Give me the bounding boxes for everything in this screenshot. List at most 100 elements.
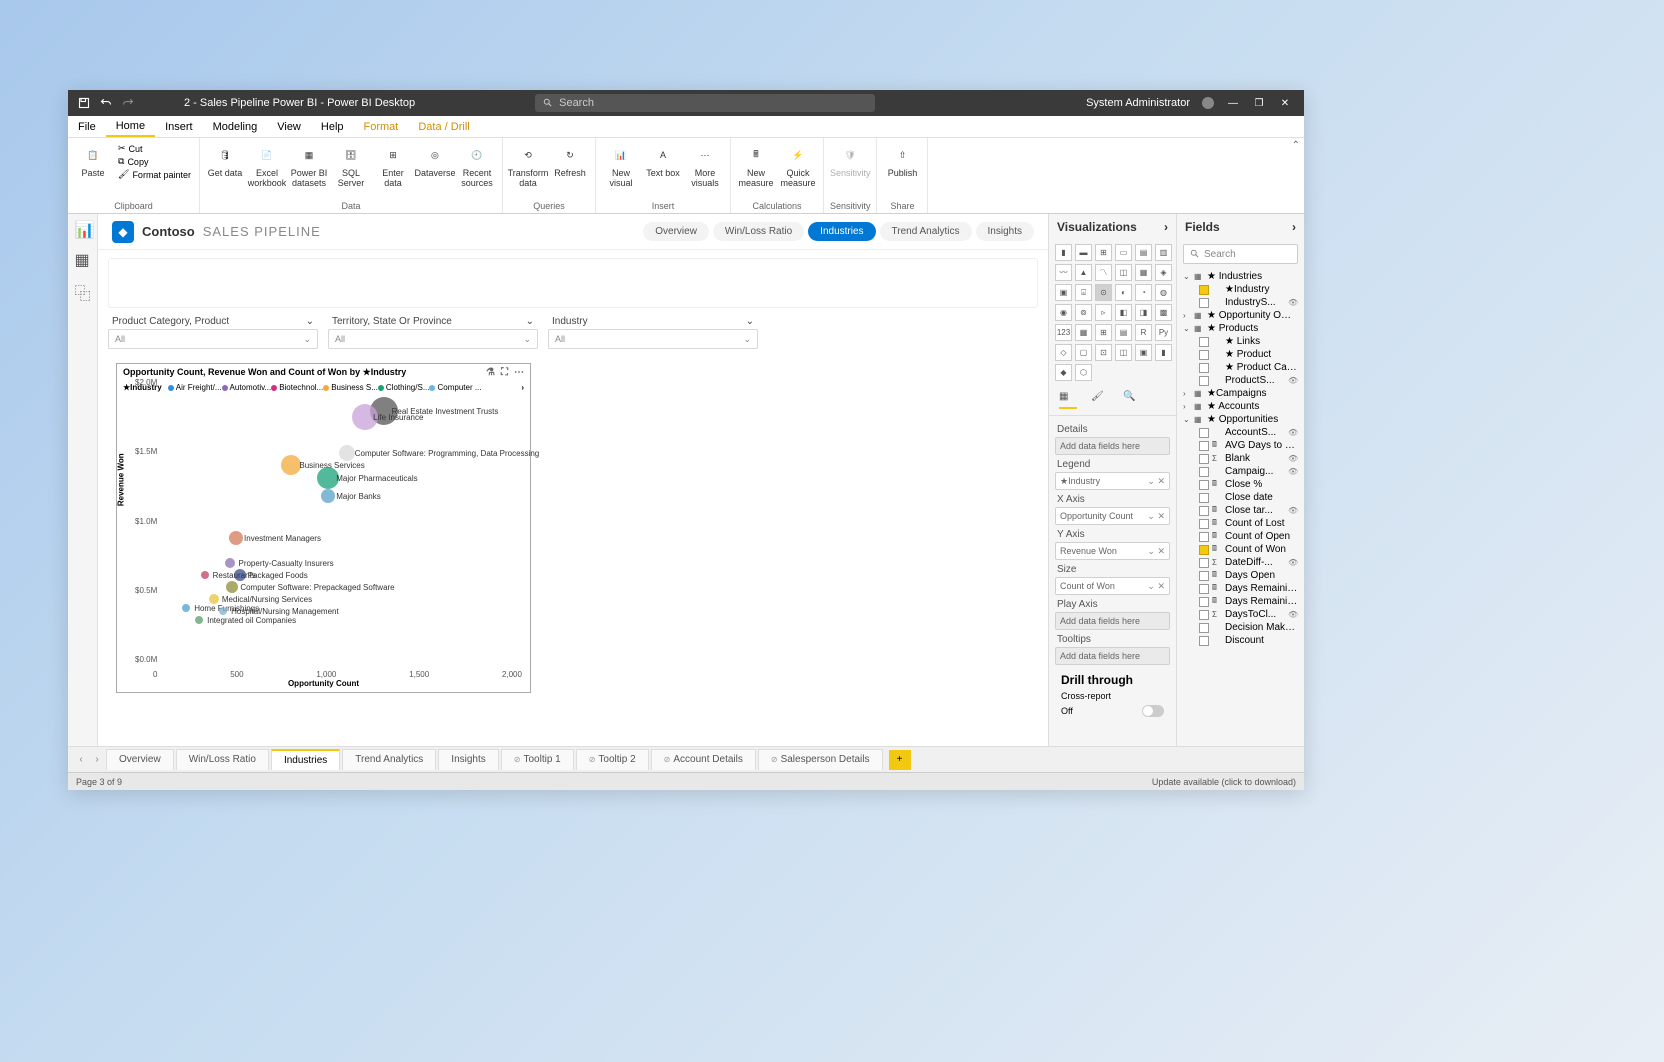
user-name[interactable]: System Administrator — [1086, 97, 1190, 109]
menu-view[interactable]: View — [267, 116, 311, 137]
paste-button[interactable]: 📋Paste — [74, 141, 112, 201]
viz-type-icon[interactable]: ⌻ — [1075, 284, 1092, 301]
field-item[interactable]: 🖩AVG Days to Cl... — [1181, 439, 1300, 452]
field-item[interactable]: ProductS...👁 — [1181, 374, 1300, 387]
excel-button[interactable]: 📄Excel workbook — [248, 141, 286, 201]
maximize-icon[interactable]: ❐ — [1252, 96, 1266, 110]
undo-icon[interactable] — [100, 97, 112, 109]
chart-bubble[interactable] — [201, 571, 209, 579]
viz-type-icon[interactable]: 123 — [1055, 324, 1072, 341]
cut-button[interactable]: ✂ Cut — [118, 143, 191, 154]
viz-type-icon[interactable]: ◨ — [1135, 304, 1152, 321]
legend-well[interactable]: ★Industry⌄ ✕ — [1055, 472, 1170, 490]
avatar[interactable] — [1202, 97, 1214, 109]
tooltips-well[interactable]: Add data fields here — [1055, 647, 1170, 665]
filter-icon[interactable]: ⚗ — [486, 367, 495, 378]
chart-bubble[interactable] — [182, 604, 190, 612]
viz-type-icon[interactable]: ◍ — [1155, 284, 1172, 301]
field-item[interactable]: Close date — [1181, 491, 1300, 504]
nav-pill-trend[interactable]: Trend Analytics — [880, 222, 972, 241]
viz-type-icon[interactable]: ⊚ — [1075, 304, 1092, 321]
field-item[interactable]: 🖩Count of Lost — [1181, 517, 1300, 530]
get-data-button[interactable]: 🛢Get data — [206, 141, 244, 201]
more-visuals-button[interactable]: ⋯More visuals — [686, 141, 724, 201]
save-icon[interactable] — [78, 97, 90, 109]
nav-pill-insights[interactable]: Insights — [976, 222, 1034, 241]
viz-type-icon[interactable]: ◇ — [1055, 344, 1072, 361]
chart-bubble[interactable] — [339, 445, 355, 461]
viz-type-icon[interactable]: ⊡ — [1095, 344, 1112, 361]
viz-type-icon[interactable]: ⊙ — [1095, 284, 1112, 301]
enter-data-button[interactable]: ⊞Enter data — [374, 141, 412, 201]
chart-bubble[interactable] — [226, 581, 238, 593]
field-item[interactable]: 🖩Close tar...👁 — [1181, 504, 1300, 517]
viz-type-icon[interactable]: ▣ — [1055, 284, 1072, 301]
collapse-ribbon-icon[interactable]: ⌃ — [1292, 140, 1300, 151]
field-item[interactable]: ΣBlank👁 — [1181, 452, 1300, 465]
format-tab-icon[interactable]: 🖌 — [1091, 391, 1109, 409]
minimize-icon[interactable]: — — [1226, 96, 1240, 110]
viz-type-icon[interactable]: ▩ — [1155, 304, 1172, 321]
report-view-icon[interactable]: 📊 — [75, 220, 91, 236]
field-table[interactable]: ⌄▦★ Industries — [1181, 270, 1300, 283]
chevron-down-icon[interactable]: ⌄ — [306, 316, 314, 327]
menu-help[interactable]: Help — [311, 116, 354, 137]
field-table[interactable]: ⌄▦★ Products — [1181, 322, 1300, 335]
field-item[interactable]: Discount — [1181, 634, 1300, 647]
menu-modeling[interactable]: Modeling — [203, 116, 268, 137]
chart-bubble[interactable] — [321, 489, 335, 503]
viz-type-icon[interactable]: ◆ — [1055, 364, 1072, 381]
nav-pill-industries[interactable]: Industries — [808, 222, 875, 241]
size-well[interactable]: Count of Won⌄ ✕ — [1055, 577, 1170, 595]
viz-type-icon[interactable]: Py — [1155, 324, 1172, 341]
slicer-product[interactable]: Product Category, Product⌄ All⌄ — [108, 314, 318, 349]
field-item[interactable]: IndustryS...👁 — [1181, 296, 1300, 309]
add-page-button[interactable]: + — [889, 750, 911, 770]
viz-type-icon[interactable]: 〽 — [1095, 264, 1112, 281]
chevron-down-icon[interactable]: ⌄ — [743, 334, 751, 345]
field-tree[interactable]: ⌄▦★ Industries★IndustryIndustryS...👁›▦★ … — [1177, 268, 1304, 746]
viz-type-icon[interactable]: ◉ — [1055, 304, 1072, 321]
page-tab[interactable]: ⊘Tooltip 1 — [501, 749, 574, 770]
menu-home[interactable]: Home — [106, 116, 155, 137]
model-view-icon[interactable]: ⿻ — [75, 280, 91, 296]
viz-type-icon[interactable]: ▥ — [1155, 244, 1172, 261]
chart-bubble[interactable] — [225, 558, 235, 568]
tab-next-icon[interactable]: › — [90, 754, 104, 765]
fields-tab-icon[interactable]: ▦ — [1059, 391, 1077, 409]
tab-prev-icon[interactable]: ‹ — [74, 754, 88, 765]
new-measure-button[interactable]: 🖩New measure — [737, 141, 775, 201]
y-axis-well[interactable]: Revenue Won⌄ ✕ — [1055, 542, 1170, 560]
viz-type-icon[interactable]: ◫ — [1115, 344, 1132, 361]
update-available-link[interactable]: Update available (click to download) — [1152, 777, 1296, 787]
nav-pill-overview[interactable]: Overview — [643, 222, 709, 241]
viz-type-icon[interactable]: ▲ — [1075, 264, 1092, 281]
viz-type-icon[interactable]: ▢ — [1075, 344, 1092, 361]
menu-insert[interactable]: Insert — [155, 116, 203, 137]
field-item[interactable]: ΣDateDiff-...👁 — [1181, 556, 1300, 569]
field-item[interactable]: 🖩Days Remainin... — [1181, 595, 1300, 608]
page-tab[interactable]: Industries — [271, 749, 340, 770]
menu-file[interactable]: File — [68, 116, 106, 137]
refresh-button[interactable]: ↻Refresh — [551, 141, 589, 201]
toggle-switch[interactable] — [1142, 705, 1164, 717]
viz-type-icon[interactable]: ◈ — [1155, 264, 1172, 281]
publish-button[interactable]: ⇧Publish — [883, 141, 921, 201]
viz-type-icon[interactable]: ◔ — [1135, 284, 1152, 301]
titlebar-search[interactable]: Search — [535, 94, 875, 112]
page-tab[interactable]: Trend Analytics — [342, 749, 436, 770]
field-item[interactable]: 🖩Close % — [1181, 478, 1300, 491]
field-table[interactable]: ⌄▦★ Opportunities — [1181, 413, 1300, 426]
fields-search[interactable]: Search — [1183, 244, 1298, 264]
play-axis-well[interactable]: Add data fields here — [1055, 612, 1170, 630]
field-table[interactable]: ›▦★Campaigns — [1181, 387, 1300, 400]
viz-type-icon[interactable]: ⊞ — [1095, 244, 1112, 261]
close-icon[interactable]: ✕ — [1278, 96, 1292, 110]
chevron-down-icon[interactable]: ⌄ — [746, 316, 754, 327]
viz-type-icon[interactable]: ▮ — [1055, 244, 1072, 261]
format-painter-button[interactable]: 🖌 Format painter — [118, 169, 191, 180]
chevron-down-icon[interactable]: ⌄ — [523, 334, 531, 345]
viz-type-icon[interactable]: R — [1135, 324, 1152, 341]
viz-type-icon[interactable]: 〰 — [1055, 264, 1072, 281]
page-tab[interactable]: Insights — [438, 749, 498, 770]
